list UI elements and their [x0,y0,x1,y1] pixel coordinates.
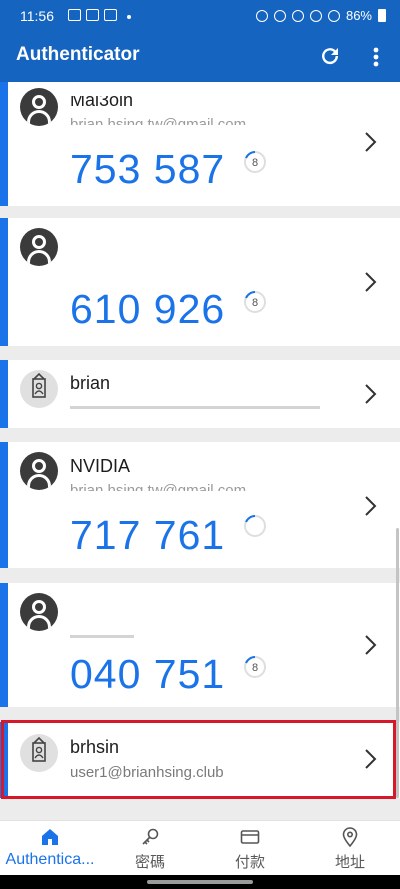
card-accent-stripe [0,82,8,206]
gallery-icon [68,9,81,21]
account-email: brian.hsing.tw@gmail.com [70,482,247,499]
system-icons: 86% [255,8,386,23]
countdown-timer-icon [244,515,266,537]
battery-text: 86% [345,8,372,23]
avatar-icon [20,593,58,631]
countdown-timer-icon: 8 [244,656,266,678]
card-icon [240,830,260,844]
countdown-timer-icon: 8 [244,291,266,313]
avatar-icon [20,228,58,266]
account-name: Mai3oin [70,90,134,110]
home-icon [42,829,58,845]
otp-code[interactable]: 753 587 [70,146,225,193]
nav-label: Authentica... [5,851,95,868]
account-name: NVIDIA [70,456,131,476]
authenticator-screen: 11:56 86% Authenticator Mai3oin brian.hs… [0,0,400,889]
signal-icon [327,9,340,22]
scrollbar[interactable] [396,528,399,798]
teams-icon [86,9,99,21]
card-accent-stripe [0,360,8,428]
chevron-right-icon [365,272,377,292]
chevron-right-icon [365,132,377,152]
timer-value: 8 [252,157,258,169]
refresh-icon[interactable] [318,44,342,68]
nav-authenticator[interactable]: Authentica... [0,821,100,876]
otp-code[interactable]: 610 926 [70,286,225,333]
nav-passwords[interactable]: 密碼 [100,821,200,876]
account-name: brian [70,373,111,393]
account-card[interactable]: NVIDIA brian.hsing.tw@gmail.com 717 761 [0,442,400,568]
work-badge-icon [20,370,58,408]
otp-code[interactable]: 717 761 [70,512,225,559]
account-card[interactable]: 610 926 8 [0,218,400,346]
countdown-timer-icon: 8 [244,151,266,173]
nav-payments[interactable]: 付款 [200,821,300,876]
card-accent-stripe [0,583,8,707]
more-vert-icon[interactable] [366,44,386,70]
alarm-icon [273,9,286,22]
card-accent-stripe [0,442,8,568]
bluetooth-icon [291,9,304,22]
redacted-email [70,406,320,409]
battery-icon [378,9,386,22]
nav-label: 地址 [334,854,365,871]
bottom-navigation: Authentica... 密碼 付款 地址 [0,820,400,875]
account-email: brian.hsing.tw@gmail.com [70,116,247,133]
timer-value: 8 [252,662,258,674]
account-card[interactable]: 040 751 8 [0,583,400,707]
chevron-right-icon [365,496,377,516]
key-status-icon [255,9,268,22]
chevron-right-icon [365,384,377,404]
nav-label: 密碼 [134,854,165,871]
gesture-bar [0,875,400,889]
home-gesture-pill[interactable] [147,880,253,884]
wifi-icon [309,9,322,22]
avatar-icon [20,452,58,490]
notification-icons [68,9,117,21]
app-title: Authenticator [16,44,140,65]
teams-icon-2 [104,9,117,21]
status-time: 11:56 [20,8,54,24]
location-icon [342,827,358,847]
more-notifications-dot [127,15,131,19]
account-card[interactable]: brian [0,360,400,428]
app-bar: Authenticator [0,34,400,82]
otp-code[interactable]: 040 751 [70,651,225,698]
nav-label: 付款 [234,854,265,871]
avatar-icon [20,88,58,126]
nav-addresses[interactable]: 地址 [300,821,400,876]
status-bar: 11:56 86% [0,0,400,34]
chevron-right-icon [365,635,377,655]
key-icon [142,828,159,845]
redacted-email [70,635,134,638]
card-accent-stripe [0,218,8,346]
selection-highlight-box [1,720,396,799]
timer-value: 8 [252,297,258,309]
account-card[interactable]: Mai3oin brian.hsing.tw@gmail.com 753 587… [0,82,400,206]
